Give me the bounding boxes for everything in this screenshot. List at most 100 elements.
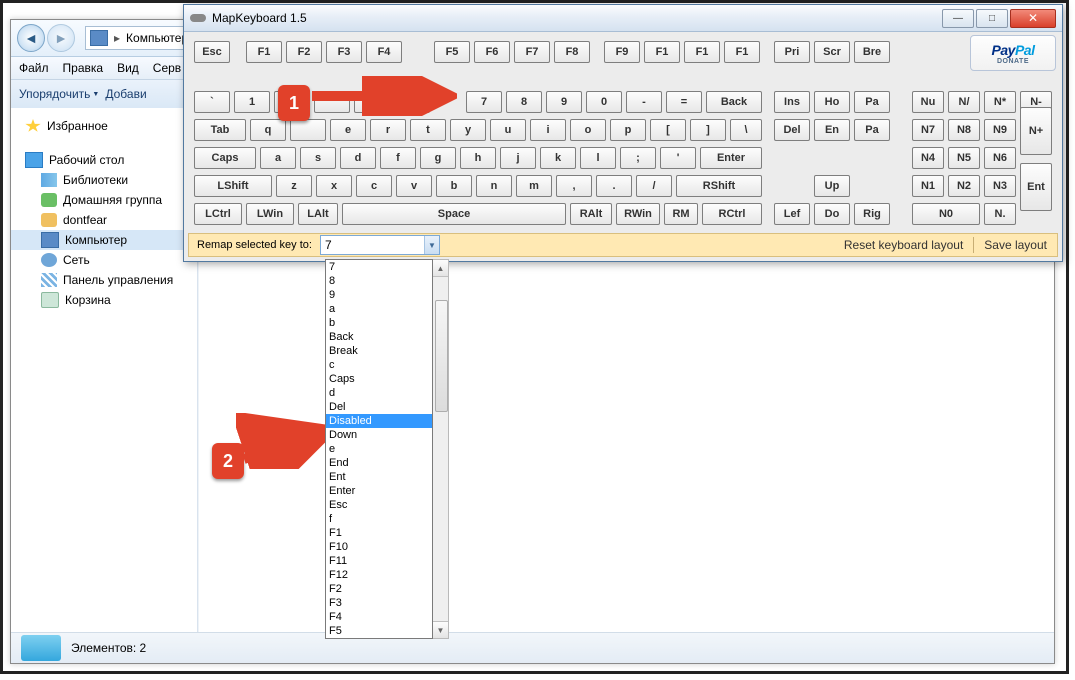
option-c[interactable]: c (326, 358, 432, 372)
nav-forward[interactable]: ► (47, 24, 75, 52)
key-nu[interactable]: Nu (912, 91, 944, 113)
toolbar-organize[interactable]: Упорядочить ▼ (19, 87, 99, 101)
sidebar-control-panel[interactable]: Панель управления (11, 270, 197, 290)
key-f5[interactable]: F5 (434, 41, 470, 63)
menu-file[interactable]: Файл (19, 61, 49, 75)
key-f1[interactable]: F1 (724, 41, 760, 63)
key-c[interactable]: c (356, 175, 392, 197)
key-ins[interactable]: Ins (774, 91, 810, 113)
key--[interactable]: / (636, 175, 672, 197)
option-break[interactable]: Break (326, 344, 432, 358)
key-b[interactable]: b (436, 175, 472, 197)
option-ent[interactable]: Ent (326, 470, 432, 484)
window-maximize[interactable]: □ (976, 9, 1008, 28)
key-lctrl[interactable]: LCtrl (194, 203, 242, 225)
sidebar-libraries[interactable]: Библиотеки (11, 170, 197, 190)
key-f8[interactable]: F8 (554, 41, 590, 63)
paypal-donate-button[interactable]: PayPal DONATE (970, 35, 1056, 71)
key-e[interactable]: e (330, 119, 366, 141)
breadcrumb-item[interactable]: Компьютер (126, 31, 188, 45)
key-en[interactable]: En (814, 119, 850, 141)
toolbar-add[interactable]: Добави (105, 87, 146, 101)
key-del[interactable]: Del (774, 119, 810, 141)
key-do[interactable]: Do (814, 203, 850, 225)
key--[interactable]: , (556, 175, 592, 197)
key-n3[interactable]: N3 (984, 175, 1016, 197)
option-disabled[interactable]: Disabled (326, 414, 432, 428)
key-u[interactable]: u (490, 119, 526, 141)
key-pa[interactable]: Pa (854, 119, 890, 141)
key-g[interactable]: g (420, 147, 456, 169)
key-lshift[interactable]: LShift (194, 175, 272, 197)
key-f3[interactable]: F3 (326, 41, 362, 63)
key-ho[interactable]: Ho (814, 91, 850, 113)
option-f2[interactable]: F2 (326, 582, 432, 596)
key-t[interactable]: t (410, 119, 446, 141)
option-esc[interactable]: Esc (326, 498, 432, 512)
key-ent[interactable]: Ent (1020, 163, 1052, 211)
option-del[interactable]: Del (326, 400, 432, 414)
key-7[interactable]: 7 (466, 91, 502, 113)
key--[interactable]: ; (620, 147, 656, 169)
option-f5[interactable]: F5 (326, 624, 432, 638)
key-n2[interactable]: N2 (948, 175, 980, 197)
sidebar-dontfear[interactable]: dontfear (11, 210, 197, 230)
option-f[interactable]: f (326, 512, 432, 526)
sidebar-network[interactable]: Сеть (11, 250, 197, 270)
key-n5[interactable]: N5 (948, 147, 980, 169)
nav-back[interactable]: ◄ (17, 24, 45, 52)
key-f4[interactable]: F4 (366, 41, 402, 63)
key-1[interactable]: 1 (234, 91, 270, 113)
key-enter[interactable]: Enter (700, 147, 762, 169)
key-n-[interactable]: N+ (1020, 107, 1052, 155)
key-n4[interactable]: N4 (912, 147, 944, 169)
key-9[interactable]: 9 (546, 91, 582, 113)
key-blank[interactable] (394, 91, 430, 113)
menu-edit[interactable]: Правка (63, 61, 104, 75)
dropdown-scrollbar[interactable]: ▲ ▼ (433, 259, 449, 639)
key-n0[interactable]: N0 (912, 203, 980, 225)
key--[interactable]: ] (690, 119, 726, 141)
key-rm[interactable]: RM (664, 203, 698, 225)
key-s[interactable]: s (300, 147, 336, 169)
key-n-[interactable]: N. (984, 203, 1016, 225)
key-q[interactable]: q (250, 119, 286, 141)
key--[interactable]: \ (730, 119, 762, 141)
key-v[interactable]: v (396, 175, 432, 197)
key-f1[interactable]: F1 (246, 41, 282, 63)
key-blank[interactable] (314, 91, 350, 113)
key-f9[interactable]: F9 (604, 41, 640, 63)
key-scr[interactable]: Scr (814, 41, 850, 63)
key-blank[interactable] (354, 91, 390, 113)
option-caps[interactable]: Caps (326, 372, 432, 386)
menu-service[interactable]: Серв (153, 61, 181, 75)
key-d[interactable]: d (340, 147, 376, 169)
key--[interactable]: [ (650, 119, 686, 141)
key-n[interactable]: n (476, 175, 512, 197)
key-m[interactable]: m (516, 175, 552, 197)
key-n8[interactable]: N8 (948, 119, 980, 141)
option-f1[interactable]: F1 (326, 526, 432, 540)
key-o[interactable]: o (570, 119, 606, 141)
key-f2[interactable]: F2 (286, 41, 322, 63)
key-z[interactable]: z (276, 175, 312, 197)
sidebar-computer[interactable]: Компьютер (11, 230, 197, 250)
key-rwin[interactable]: RWin (616, 203, 660, 225)
key-rig[interactable]: Rig (854, 203, 890, 225)
sidebar-favorites[interactable]: Избранное (11, 116, 197, 136)
key-n7[interactable]: N7 (912, 119, 944, 141)
sidebar-desktop[interactable]: Рабочий стол (11, 150, 197, 170)
key-f6[interactable]: F6 (474, 41, 510, 63)
key-f1[interactable]: F1 (644, 41, 680, 63)
key-rctrl[interactable]: RCtrl (702, 203, 762, 225)
key-i[interactable]: i (530, 119, 566, 141)
key-0[interactable]: 0 (586, 91, 622, 113)
key-tab[interactable]: Tab (194, 119, 246, 141)
option-9[interactable]: 9 (326, 288, 432, 302)
option-f3[interactable]: F3 (326, 596, 432, 610)
key-lalt[interactable]: LAlt (298, 203, 338, 225)
key-bre[interactable]: Bre (854, 41, 890, 63)
key-h[interactable]: h (460, 147, 496, 169)
key-lef[interactable]: Lef (774, 203, 810, 225)
scroll-up-button[interactable]: ▲ (433, 260, 448, 277)
